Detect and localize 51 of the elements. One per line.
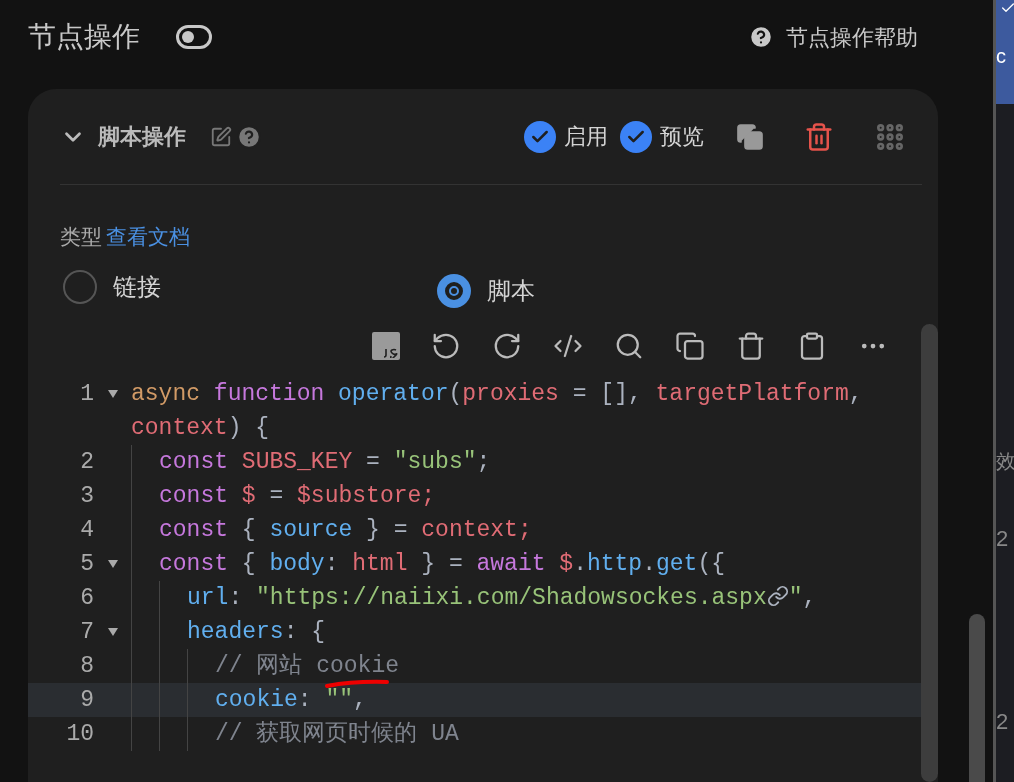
code-line: // 获取网页时候的 UA <box>215 719 459 749</box>
side-text: c <box>996 46 1007 66</box>
scrollbar[interactable] <box>921 324 938 782</box>
toggle-switch[interactable] <box>176 25 212 49</box>
help-icon[interactable] <box>748 24 774 50</box>
fold-arrow-icon[interactable] <box>107 559 118 568</box>
line-number: 9 <box>79 685 94 715</box>
code-line: const SUBS_KEY = "subs"; <box>159 447 491 477</box>
code-line: async function operator(proxies = [], targetPlatform, context) { <box>131 379 864 443</box>
help-link[interactable]: 节点操作帮助 <box>786 20 918 54</box>
radio-label: 链接 <box>113 271 161 302</box>
docs-link[interactable]: 查看文档 <box>106 221 190 253</box>
radio-button[interactable] <box>63 269 97 304</box>
line-number: 4 <box>79 515 94 545</box>
line-number: 10 <box>65 719 94 749</box>
line-number: 6 <box>79 583 94 613</box>
code-line: const { body: html } = await $.http.get({ <box>159 549 725 579</box>
trash-icon[interactable] <box>736 330 766 361</box>
checkbox-label: 启用 <box>564 123 608 151</box>
radio-label: 脚本 <box>487 275 535 306</box>
code-line: // 网站 cookie <box>215 651 400 681</box>
fold-arrow-icon[interactable] <box>107 627 118 636</box>
type-label: 类型 <box>60 224 102 250</box>
link-icon[interactable] <box>766 584 789 607</box>
fold-arrow-icon[interactable] <box>107 389 118 398</box>
copy-icon[interactable] <box>736 122 764 151</box>
line-number: 8 <box>79 651 94 681</box>
checkbox[interactable] <box>620 120 652 153</box>
js-file-icon[interactable] <box>372 331 400 360</box>
radio-button[interactable] <box>437 273 471 308</box>
section-title: 节点操作 <box>28 20 140 54</box>
line-number: 1 <box>79 379 94 409</box>
edit-icon[interactable] <box>210 125 232 148</box>
checkbox-label: 预览 <box>660 123 704 151</box>
line-number: 2 <box>79 447 94 477</box>
code-line: headers: { <box>187 617 326 647</box>
scrollbar[interactable] <box>969 614 985 782</box>
underline-mark <box>324 678 390 689</box>
code-line: url: "https://naiixi.com/Shadowsockes.aspx ", <box>187 583 817 613</box>
line-number: 7 <box>79 617 94 647</box>
checkbox[interactable] <box>524 120 556 153</box>
trash-icon[interactable] <box>804 121 834 152</box>
line-number: 5 <box>79 549 94 579</box>
code-line: const { source } = context; <box>159 515 532 545</box>
copy-icon[interactable] <box>675 330 705 361</box>
code-line: cookie: "", <box>215 685 367 715</box>
side-text: 2 <box>996 708 1010 736</box>
line-number: 3 <box>79 481 94 511</box>
card-title: 脚本操作 <box>98 123 186 151</box>
code-line: const $ = $substore; <box>159 481 436 511</box>
side-text: 2 <box>996 525 1010 553</box>
